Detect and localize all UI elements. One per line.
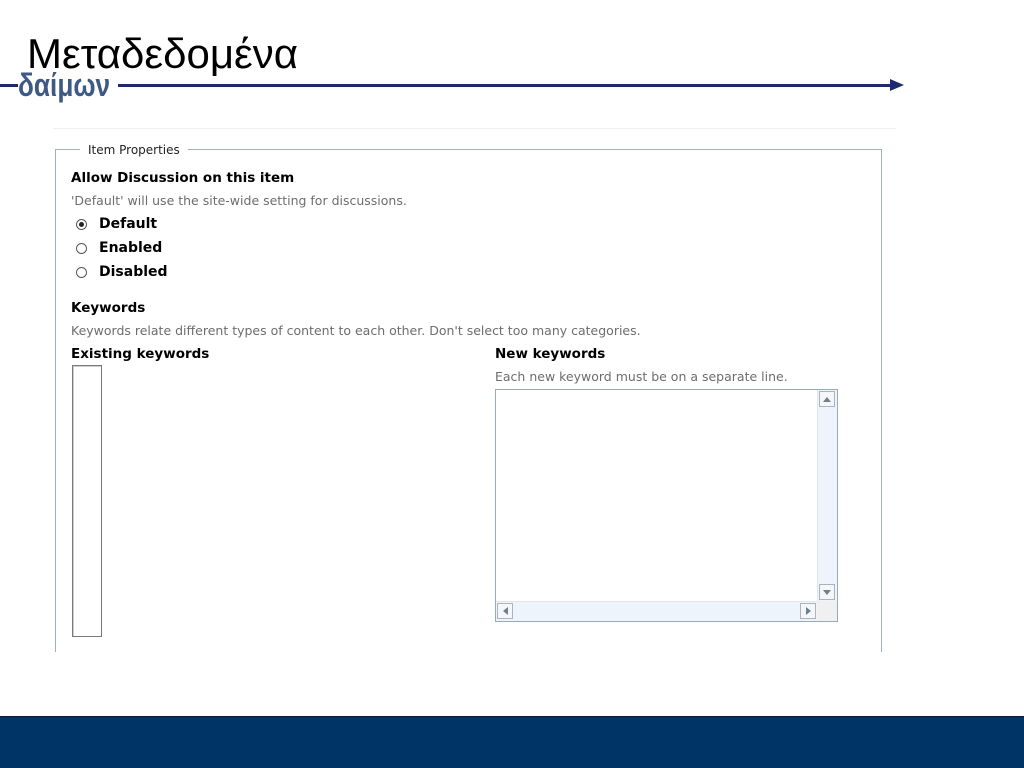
arrow-right-icon (805, 607, 811, 615)
keywords-help: Keywords relate different types of conte… (71, 323, 641, 338)
scroll-left-button[interactable] (497, 603, 513, 619)
scroll-up-button[interactable] (819, 391, 835, 407)
radio-option-disabled[interactable]: Disabled (76, 264, 168, 280)
brand-line (118, 84, 893, 87)
radio-label-default: Default (99, 216, 158, 232)
scroll-right-button[interactable] (800, 603, 816, 619)
radio-unselected-icon[interactable] (76, 266, 87, 278)
existing-keywords-listbox[interactable] (72, 365, 102, 637)
footer-bar (0, 716, 1024, 768)
radio-unselected-icon[interactable] (76, 242, 87, 254)
discussion-help: 'Default' will use the site-wide setting… (71, 193, 407, 208)
radio-label-disabled: Disabled (99, 264, 168, 280)
horizontal-scrollbar[interactable] (496, 601, 817, 621)
radio-label-enabled: Enabled (99, 240, 163, 256)
arrow-left-icon (502, 607, 508, 615)
item-properties-legend: Item Properties (80, 143, 188, 157)
brand-arrow-icon (890, 79, 904, 91)
existing-keywords-label: Existing keywords (71, 346, 210, 362)
new-keywords-label: New keywords (495, 346, 606, 362)
scrollbar-corner (817, 601, 837, 621)
new-keywords-help: Each new keyword must be on a separate l… (495, 369, 788, 384)
radio-option-default[interactable]: Default (76, 216, 157, 232)
scroll-down-button[interactable] (819, 584, 835, 600)
radio-option-enabled[interactable]: Enabled (76, 240, 162, 256)
brand-line-left (0, 84, 18, 87)
screenshot-top-divider (53, 128, 896, 129)
radio-selected-icon[interactable] (76, 218, 87, 230)
new-keywords-textarea[interactable] (495, 389, 838, 622)
arrow-down-icon (823, 589, 831, 595)
arrow-up-icon (823, 396, 831, 402)
keywords-label: Keywords (71, 300, 146, 316)
discussion-label: Allow Discussion on this item (71, 170, 295, 186)
vertical-scrollbar[interactable] (817, 390, 837, 601)
brand-logo: δαίμων (18, 67, 111, 103)
